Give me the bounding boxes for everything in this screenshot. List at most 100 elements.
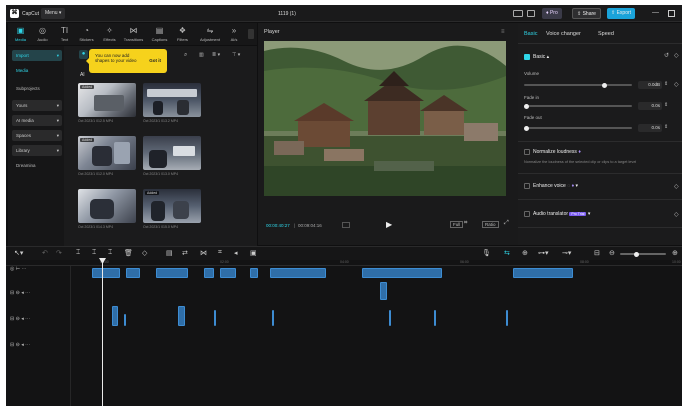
media-thumbnail[interactable] (143, 136, 201, 170)
fade-out-stepper-icon[interactable]: ⇕ (664, 124, 668, 130)
audio-clip[interactable] (112, 306, 118, 326)
link-icon[interactable]: ⊶▾ (538, 249, 549, 257)
audio-clip[interactable] (389, 310, 391, 326)
sidebar-item-dreamina[interactable]: Dreamina (12, 160, 62, 171)
zoom-fit-icon[interactable]: ⊟ (594, 249, 600, 257)
main-track-magnet-icon[interactable]: ⇆ (504, 249, 510, 257)
video-clip[interactable] (126, 268, 140, 278)
audio-clip[interactable] (124, 314, 126, 326)
audio-clip[interactable] (506, 310, 508, 326)
tab-voice-changer[interactable]: Voice changer (546, 31, 581, 37)
media-thumbnail[interactable]: Added (78, 83, 136, 117)
sidebar-item-yours[interactable]: Yours ▾ (12, 100, 62, 111)
zoom-knob[interactable] (634, 251, 639, 257)
pro-button[interactable]: ♦ Pro (542, 8, 562, 19)
split-icon[interactable]: ⌶ (76, 249, 80, 257)
tab-basic[interactable]: Basic (524, 31, 537, 37)
audio-clip[interactable] (178, 306, 185, 326)
video-clip[interactable] (204, 268, 214, 278)
volume-knob[interactable] (602, 82, 607, 88)
tool-media[interactable]: ▣ Media (10, 23, 31, 45)
redo-icon[interactable]: ↷ (56, 249, 62, 257)
track-volume-icon[interactable]: ◂ ⋯ (21, 290, 30, 296)
fade-out-knob[interactable] (524, 125, 529, 131)
video-clip[interactable] (362, 268, 442, 278)
tool-transitions[interactable]: ⋈ Transitions (123, 23, 144, 45)
shortcut-icon[interactable] (527, 10, 535, 17)
search-icon[interactable]: ⌕ (184, 52, 187, 59)
tab-speed[interactable]: Speed (598, 31, 614, 37)
audio-clip[interactable] (214, 310, 216, 326)
video-clip[interactable] (92, 268, 120, 278)
zoom-in-icon[interactable]: ⊕ (672, 249, 678, 257)
view-toggle-icon[interactable]: ≣ ▾ (212, 52, 220, 58)
audio-tool-icon[interactable]: ◂ (234, 249, 238, 257)
zoom-out-icon[interactable]: ⊖ (609, 249, 615, 257)
basic-checkbox[interactable] (524, 54, 530, 60)
volume-value[interactable]: 0.0dB (638, 81, 662, 89)
track-toggle-icon[interactable]: ⊟ (10, 290, 14, 296)
fade-in-value[interactable]: 0.0s (638, 102, 662, 110)
enhance-voice-checkbox[interactable] (524, 183, 530, 189)
marker-icon[interactable]: ◇ (142, 249, 147, 257)
sidebar-item-spaces[interactable]: Spaces ▾ (12, 130, 62, 141)
sidebar-item-subprojects[interactable]: Subprojects (12, 83, 62, 94)
timecode-format-icon[interactable] (342, 222, 350, 228)
minimize-icon[interactable]: — (652, 9, 659, 16)
undo-icon[interactable]: ↶ (42, 249, 48, 257)
track-lock-icon[interactable]: ⊖ (16, 342, 20, 348)
tooltip-got-it-button[interactable]: Got it (149, 58, 161, 63)
track-lock-icon[interactable]: ⊖ (16, 290, 20, 296)
export-button[interactable]: ⇧ Export (607, 8, 636, 19)
toolbar-scroll-icon[interactable] (248, 29, 254, 39)
fade-in-slider[interactable] (524, 103, 632, 109)
playhead[interactable] (102, 260, 103, 406)
media-thumbnail[interactable]: Added (143, 189, 201, 223)
tool-adjustment[interactable]: ⇋ Adjustment (197, 23, 223, 45)
sidebar-item-library[interactable]: Library ▾ (12, 145, 62, 156)
delete-icon[interactable]: 🗑 (124, 249, 133, 257)
tool-stickers[interactable]: ◔ Stickers (76, 23, 97, 45)
share-button[interactable]: ⇪ Share (572, 8, 601, 19)
track-toggle-icon[interactable]: ⊟ (10, 316, 14, 322)
keyframe-icon[interactable]: ◇ (674, 52, 679, 59)
tool-audio[interactable]: ◎ Audio (32, 23, 53, 45)
video-preview[interactable] (264, 41, 506, 196)
menu-button[interactable]: Menu ▾ (41, 8, 66, 19)
ratio-button[interactable]: Ratio (482, 221, 499, 228)
preview-axis-icon[interactable]: ⊸▾ (562, 249, 571, 257)
track-volume-icon[interactable]: ◂ ⋯ (21, 316, 30, 322)
track-toggle-icon[interactable]: ⊟ (10, 342, 14, 348)
reset-icon[interactable]: ↺ (664, 52, 669, 59)
enhance-keyframe-icon[interactable]: ◇ (674, 183, 679, 190)
sidebar-item-media[interactable]: Media (12, 65, 62, 76)
volume-slider[interactable] (524, 82, 632, 88)
fit-button[interactable]: Full (450, 221, 464, 228)
crop-tool-icon[interactable]: ⌗ (218, 249, 222, 257)
tool-captions[interactable]: ▤ Captions (149, 23, 170, 45)
video-clip[interactable] (513, 268, 573, 278)
track-visibility-icon[interactable]: ◎ (10, 266, 14, 272)
track-volume-icon[interactable]: ◂ ⋯ (21, 342, 30, 348)
audio-translator-checkbox[interactable] (524, 211, 530, 217)
tool-more[interactable]: » Al/s (227, 23, 241, 45)
ai-tool-icon[interactable]: ▣ (250, 249, 257, 257)
select-tool-icon[interactable]: ↖▾ (14, 249, 23, 257)
tool-effects[interactable]: ✧ Effects (99, 23, 120, 45)
zoom-slider[interactable] (620, 251, 666, 257)
import-button[interactable]: Import ▾ (12, 50, 62, 61)
translator-keyframe-icon[interactable]: ◇ (674, 211, 679, 218)
track-lock-icon[interactable]: ⊢ (16, 266, 20, 272)
fade-out-slider[interactable] (524, 125, 632, 131)
reverse-icon[interactable]: ⇄ (182, 249, 188, 257)
normalize-checkbox[interactable] (524, 149, 530, 155)
fullscreen-icon[interactable]: ⤢ (504, 220, 509, 227)
video-clip[interactable] (250, 268, 258, 278)
layout-icon[interactable] (513, 10, 523, 17)
auto-snap-icon[interactable]: ⊕ (522, 249, 528, 257)
split-left-icon[interactable]: ⌶ (92, 249, 96, 257)
crop-icon[interactable]: ⌗ (464, 220, 467, 227)
tool-filters[interactable]: ❖ Filters (172, 23, 193, 45)
audio-clip[interactable] (434, 310, 436, 326)
audio-clip[interactable] (380, 282, 387, 300)
